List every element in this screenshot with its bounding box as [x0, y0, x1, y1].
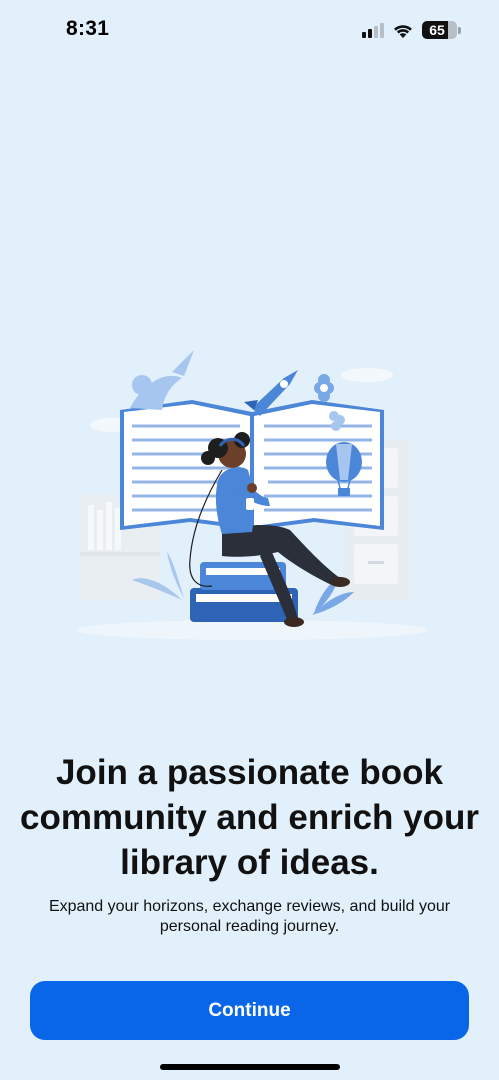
woman-reading-on-books-illustration [77, 350, 427, 640]
page-title: Join a passionate book community and enr… [20, 753, 479, 882]
home-indicator [160, 1064, 340, 1070]
battery-tip [458, 26, 461, 34]
status-icons: 65 [362, 18, 461, 42]
status-time: 8:31 [66, 17, 110, 40]
battery-level: 65 [429, 22, 445, 38]
cellular-signal-icon [362, 23, 384, 38]
floor-shadow [77, 620, 427, 640]
continue-button[interactable]: Continue [30, 981, 469, 1040]
cloud-right [341, 368, 393, 382]
battery-icon: 65 [422, 21, 457, 39]
page-subtitle: Expand your horizons, exchange reviews, … [48, 898, 451, 935]
flower-top [314, 374, 334, 402]
pegasus-figure [130, 350, 194, 410]
status-bar: 8:31 65 [0, 0, 499, 60]
wifi-icon [394, 24, 412, 38]
